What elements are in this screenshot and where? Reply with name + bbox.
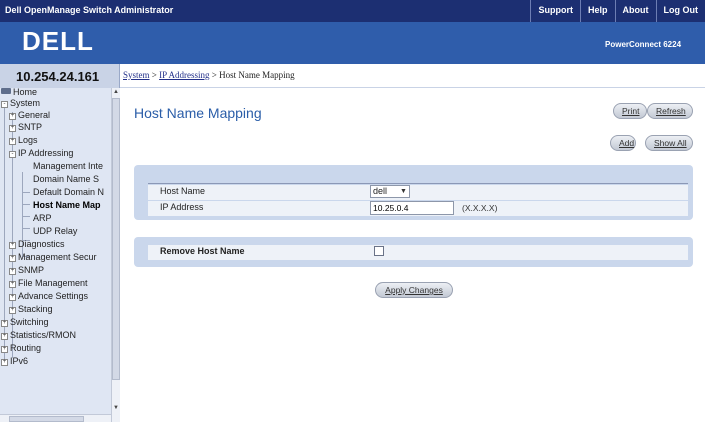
home-icon — [1, 88, 11, 94]
tree-item-management-interface[interactable]: Management Inte — [33, 160, 103, 172]
tree-item-management-security[interactable]: + Management Secur — [9, 251, 97, 263]
tree-item-domain-name-server[interactable]: Domain Name S — [33, 173, 99, 185]
scroll-thumb[interactable] — [112, 98, 120, 380]
tree-item-sntp[interactable]: + SNTP — [9, 121, 42, 133]
device-ip-box: 10.254.24.161 — [0, 64, 120, 88]
breadcrumb-separator: > — [151, 70, 157, 80]
logout-link[interactable]: Log Out — [655, 0, 705, 22]
collapse-icon[interactable]: - — [1, 101, 8, 108]
tree-item-stacking[interactable]: + Stacking — [9, 303, 53, 315]
help-link[interactable]: Help — [579, 0, 615, 22]
tree-item-advance-settings[interactable]: + Advance Settings — [9, 290, 88, 302]
main-content: Host Name Mapping Print Refresh Add Show… — [121, 89, 705, 422]
expand-icon[interactable]: + — [1, 346, 8, 353]
show-all-button[interactable]: Show All — [645, 135, 693, 151]
tree-item-udp-relay[interactable]: UDP Relay — [33, 225, 77, 237]
tree-item-ipv6[interactable]: + IPv6 — [1, 355, 28, 367]
navigation-tree: Home - System + General + SNTP + Logs - IP Ad… — [0, 88, 120, 422]
expand-icon[interactable]: + — [1, 359, 8, 366]
tree-horizontal-scrollbar[interactable] — [0, 414, 111, 422]
expand-icon[interactable]: + — [9, 307, 16, 314]
chevron-down-icon: ▼ — [400, 188, 407, 195]
refresh-button[interactable]: Refresh — [647, 103, 693, 119]
tree-item-file-management[interactable]: + File Management — [9, 277, 88, 289]
breadcrumb: System > IP Addressing > Host Name Mappi… — [120, 64, 705, 88]
support-link[interactable]: Support — [530, 0, 580, 22]
app-title: Dell OpenManage Switch Administrator — [5, 5, 174, 15]
tree-item-snmp[interactable]: + SNMP — [9, 264, 44, 276]
product-name: PowerConnect 6224 — [605, 40, 682, 49]
remove-host-label: Remove Host Name — [160, 246, 245, 256]
print-button[interactable]: Print — [613, 103, 647, 119]
host-name-row: Host Name dell ▼ — [148, 185, 688, 200]
breadcrumb-ip-addressing[interactable]: IP Addressing — [159, 70, 209, 80]
apply-changes-button[interactable]: Apply Changes — [375, 282, 453, 298]
device-ip: 10.254.24.161 — [16, 69, 100, 84]
ip-format-hint: (X.X.X.X) — [462, 203, 498, 213]
tree-item-arp[interactable]: ARP — [33, 212, 52, 224]
top-bar: Dell OpenManage Switch Administrator Sup… — [0, 0, 705, 22]
ip-address-label: IP Address — [160, 202, 204, 212]
expand-icon[interactable]: + — [1, 333, 8, 340]
ip-address-input[interactable] — [370, 201, 454, 215]
expand-icon[interactable]: + — [9, 294, 16, 301]
scroll-up-icon[interactable]: ▲ — [112, 88, 120, 97]
expand-icon[interactable]: + — [9, 268, 16, 275]
tree-item-routing[interactable]: + Routing — [1, 342, 41, 354]
add-button[interactable]: Add — [610, 135, 636, 151]
tree-item-ip-addressing[interactable]: - IP Addressing — [9, 147, 73, 159]
expand-icon[interactable]: + — [1, 320, 8, 327]
tree-item-default-domain-name[interactable]: Default Domain N — [33, 186, 104, 198]
tree-item-statistics-rmon[interactable]: + Statistics/RMON — [1, 329, 76, 341]
tree-item-switching[interactable]: + Switching — [1, 316, 49, 328]
tree-item-general[interactable]: + General — [9, 109, 50, 121]
remove-host-panel: Remove Host Name — [134, 237, 693, 267]
top-links: Support Help About Log Out — [530, 0, 705, 22]
remove-host-checkbox[interactable] — [374, 246, 384, 256]
about-link[interactable]: About — [614, 0, 656, 22]
host-name-value: dell — [373, 186, 388, 196]
breadcrumb-system[interactable]: System — [123, 70, 150, 80]
collapse-icon[interactable]: - — [9, 151, 16, 158]
tree-item-system[interactable]: - System — [1, 97, 40, 109]
ip-address-row: IP Address (X.X.X.X) — [148, 201, 688, 216]
host-name-label: Host Name — [160, 186, 206, 196]
scroll-down-icon[interactable]: ▼ — [112, 404, 120, 413]
expand-icon[interactable]: + — [9, 255, 16, 262]
tree-item-logs[interactable]: + Logs — [9, 134, 38, 146]
tree-vertical-scrollbar[interactable]: ▲ ▼ — [111, 88, 120, 422]
scroll-thumb[interactable] — [9, 416, 84, 422]
breadcrumb-current: Host Name Mapping — [219, 70, 295, 80]
page-title: Host Name Mapping — [134, 105, 262, 121]
expand-icon[interactable]: + — [9, 281, 16, 288]
breadcrumb-separator: > — [211, 70, 217, 80]
expand-icon[interactable]: + — [9, 242, 16, 249]
dell-logo: DELL — [22, 26, 94, 56]
host-mapping-panel: Host Name dell ▼ IP Address (X.X.X.X) — [134, 165, 693, 220]
remove-host-row: Remove Host Name — [148, 245, 688, 260]
banner: DELL PowerConnect 6224 — [0, 22, 705, 64]
expand-icon[interactable]: + — [9, 113, 16, 120]
expand-icon[interactable]: + — [9, 125, 16, 132]
host-name-select[interactable]: dell ▼ — [370, 185, 410, 198]
expand-icon[interactable]: + — [9, 138, 16, 145]
tree-item-host-name-mapping[interactable]: Host Name Map — [33, 199, 101, 211]
tree-item-diagnostics[interactable]: + Diagnostics — [9, 238, 65, 250]
